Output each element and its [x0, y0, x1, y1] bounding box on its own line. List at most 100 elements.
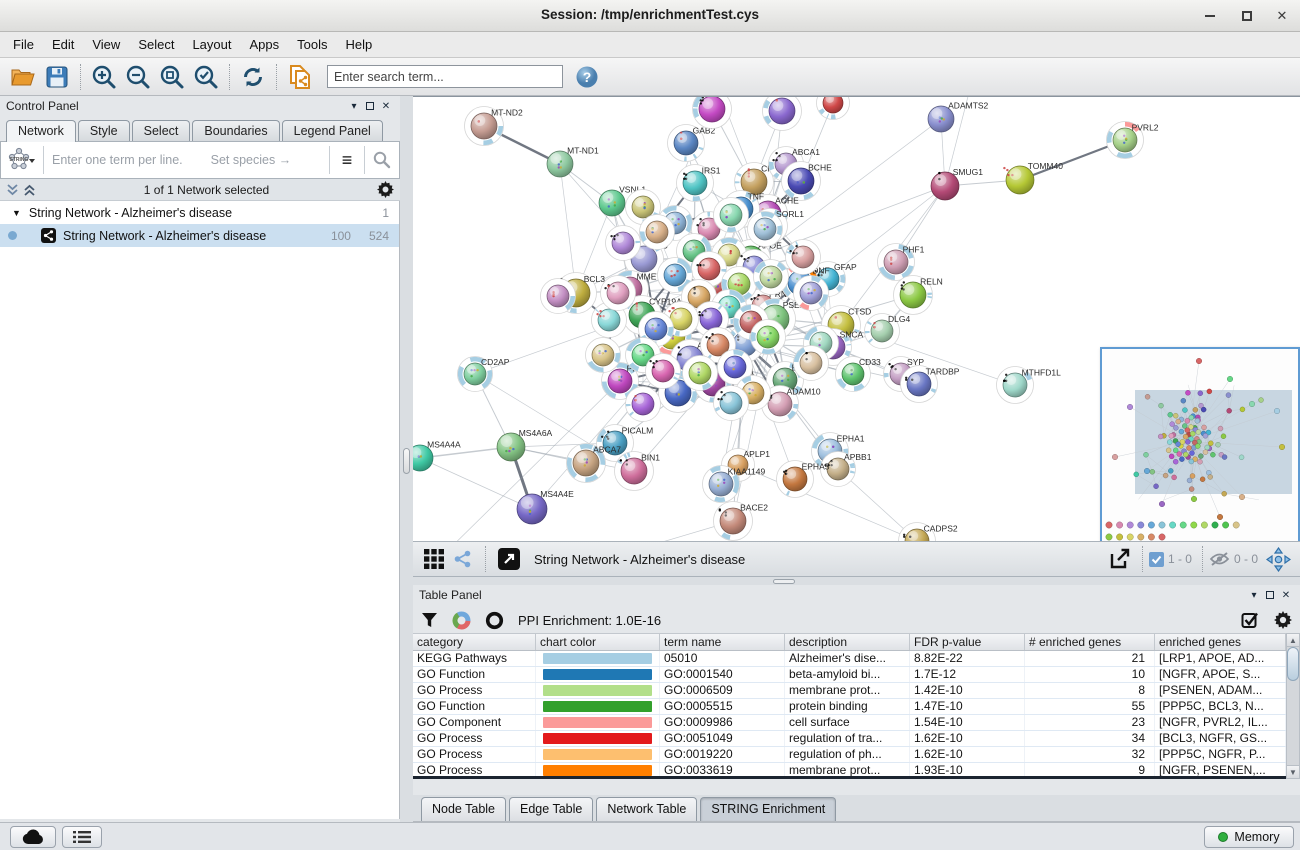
- network-node[interactable]: [794, 346, 829, 381]
- table-row[interactable]: GO ComponentGO:0009986cell surface1.54E-…: [413, 715, 1286, 731]
- cloud-tasks-button[interactable]: [10, 826, 56, 848]
- open-in-window-button[interactable]: [495, 543, 523, 575]
- string-query-placeholder[interactable]: Enter one term per line.: [52, 153, 183, 167]
- network-node[interactable]: KIAA1149: [703, 466, 766, 503]
- network-node[interactable]: [606, 226, 641, 261]
- select-rows-checkbox-icon[interactable]: [1241, 611, 1260, 630]
- tab-edge-table[interactable]: Edge Table: [509, 797, 593, 821]
- search-input[interactable]: [327, 65, 563, 88]
- share-network-button[interactable]: [450, 543, 476, 575]
- menu-apps[interactable]: Apps: [241, 34, 289, 55]
- panel-splitter[interactable]: [400, 96, 413, 822]
- network-node[interactable]: CD2AP: [458, 357, 510, 392]
- pan-navigator-button[interactable]: [1263, 543, 1293, 575]
- horizontal-splitter[interactable]: [413, 577, 1300, 585]
- table-row[interactable]: GO FunctionGO:0005515protein binding1.47…: [413, 699, 1286, 715]
- column-header[interactable]: enriched genes: [1155, 634, 1286, 650]
- table-panel-menu-icon[interactable]: ▾: [1246, 588, 1262, 602]
- network-node[interactable]: TOMM40: [1003, 161, 1063, 194]
- scrollbar-thumb[interactable]: [1287, 647, 1299, 681]
- selected-nodes-checkbox-icon[interactable]: [1149, 552, 1164, 567]
- table-row[interactable]: GO ProcessGO:0051049regulation of tra...…: [413, 731, 1286, 747]
- zoom-fit-button[interactable]: [156, 61, 188, 93]
- collapse-all-icon[interactable]: [6, 183, 19, 197]
- table-row[interactable]: GO ProcessGO:0006509membrane prot...1.42…: [413, 683, 1286, 699]
- tab-boundaries[interactable]: Boundaries: [192, 120, 279, 141]
- network-row[interactable]: String Network - Alzheimer's disease 100…: [0, 224, 399, 247]
- close-button[interactable]: ✕: [1269, 6, 1295, 26]
- network-node[interactable]: TARDBP: [901, 366, 960, 403]
- scroll-up-button[interactable]: ▲: [1287, 634, 1299, 647]
- network-node[interactable]: MTHFD1L: [997, 367, 1062, 404]
- menu-layout[interactable]: Layout: [183, 34, 240, 55]
- network-node[interactable]: DLG4: [865, 314, 911, 349]
- network-node[interactable]: [754, 260, 789, 295]
- splitter-handle[interactable]: [403, 448, 410, 474]
- network-node[interactable]: BIN1: [615, 452, 661, 491]
- network-node[interactable]: [751, 320, 786, 355]
- minimize-button[interactable]: [1197, 6, 1223, 26]
- network-node[interactable]: [714, 386, 749, 421]
- tab-network-table[interactable]: Network Table: [596, 797, 697, 821]
- hidden-eye-icon[interactable]: [1209, 551, 1230, 567]
- string-protein-query-dropdown[interactable]: STRING: [1, 146, 43, 174]
- menu-tools[interactable]: Tools: [288, 34, 336, 55]
- zoom-out-button[interactable]: [122, 61, 154, 93]
- network-node[interactable]: RELN: [894, 276, 943, 315]
- column-header[interactable]: description: [785, 634, 910, 650]
- filter-funnel-icon[interactable]: [421, 612, 438, 628]
- network-node[interactable]: [646, 354, 681, 389]
- clone-network-button[interactable]: [284, 61, 316, 93]
- ring-chart-icon[interactable]: [485, 611, 504, 630]
- help-button[interactable]: ?: [571, 61, 603, 93]
- refresh-button[interactable]: [237, 61, 269, 93]
- network-options-gear-icon[interactable]: [377, 181, 394, 198]
- network-node[interactable]: [586, 338, 621, 373]
- table-panel-close-icon[interactable]: ✕: [1278, 588, 1294, 602]
- menu-file[interactable]: File: [4, 34, 43, 55]
- collapse-triangle-icon[interactable]: ▼: [12, 208, 21, 218]
- string-options-button[interactable]: ≡: [330, 150, 364, 171]
- network-node[interactable]: [817, 97, 850, 120]
- menu-help[interactable]: Help: [337, 34, 382, 55]
- network-node[interactable]: [683, 356, 718, 391]
- network-node[interactable]: [626, 387, 661, 422]
- tab-legend-panel[interactable]: Legend Panel: [282, 120, 383, 141]
- maximize-button[interactable]: [1234, 6, 1260, 26]
- panel-menu-icon[interactable]: ▾: [346, 99, 362, 113]
- panel-float-icon[interactable]: [362, 99, 378, 113]
- column-header[interactable]: chart color: [536, 634, 660, 650]
- table-row[interactable]: GO ProcessGO:0019220regulation of ph...1…: [413, 747, 1286, 763]
- column-header[interactable]: # enriched genes: [1025, 634, 1155, 650]
- network-node[interactable]: MT-ND1: [547, 146, 599, 177]
- network-node[interactable]: [714, 198, 749, 233]
- zoom-in-button[interactable]: [88, 61, 120, 93]
- birds-eye-view[interactable]: [1100, 347, 1300, 543]
- expand-all-icon[interactable]: [23, 183, 36, 197]
- network-node[interactable]: IRS1: [677, 165, 721, 202]
- table-vertical-scrollbar[interactable]: ▲ ▼: [1286, 633, 1300, 779]
- tab-node-table[interactable]: Node Table: [421, 797, 506, 821]
- table-panel-float-icon[interactable]: [1262, 588, 1278, 602]
- network-collection-row[interactable]: ▼ String Network - Alzheimer's disease 1: [0, 201, 399, 224]
- chart-settings-icon[interactable]: [452, 611, 471, 630]
- open-session-button[interactable]: [7, 61, 39, 93]
- string-search-button[interactable]: [365, 151, 399, 169]
- network-node[interactable]: [786, 240, 821, 275]
- network-node[interactable]: PHF1: [878, 244, 925, 281]
- horizontal-splitter-handle[interactable]: [773, 579, 795, 584]
- network-node[interactable]: [640, 215, 675, 250]
- network-node[interactable]: [601, 276, 636, 311]
- network-node[interactable]: [794, 276, 829, 311]
- menu-select[interactable]: Select: [129, 34, 183, 55]
- menu-edit[interactable]: Edit: [43, 34, 83, 55]
- network-node[interactable]: [693, 97, 732, 129]
- network-view[interactable]: MT-ND2MT-ND1VSNL1GAB2IRS1CHATABCA1BCHEAC…: [413, 96, 1300, 541]
- string-species-hint[interactable]: Set species →: [211, 153, 329, 167]
- network-node[interactable]: [763, 97, 802, 131]
- column-header[interactable]: FDR p-value: [910, 634, 1025, 650]
- save-session-button[interactable]: [41, 61, 73, 93]
- table-settings-gear-icon[interactable]: [1274, 611, 1292, 629]
- grid-view-button[interactable]: [420, 543, 448, 575]
- network-node[interactable]: BACE2: [714, 502, 769, 541]
